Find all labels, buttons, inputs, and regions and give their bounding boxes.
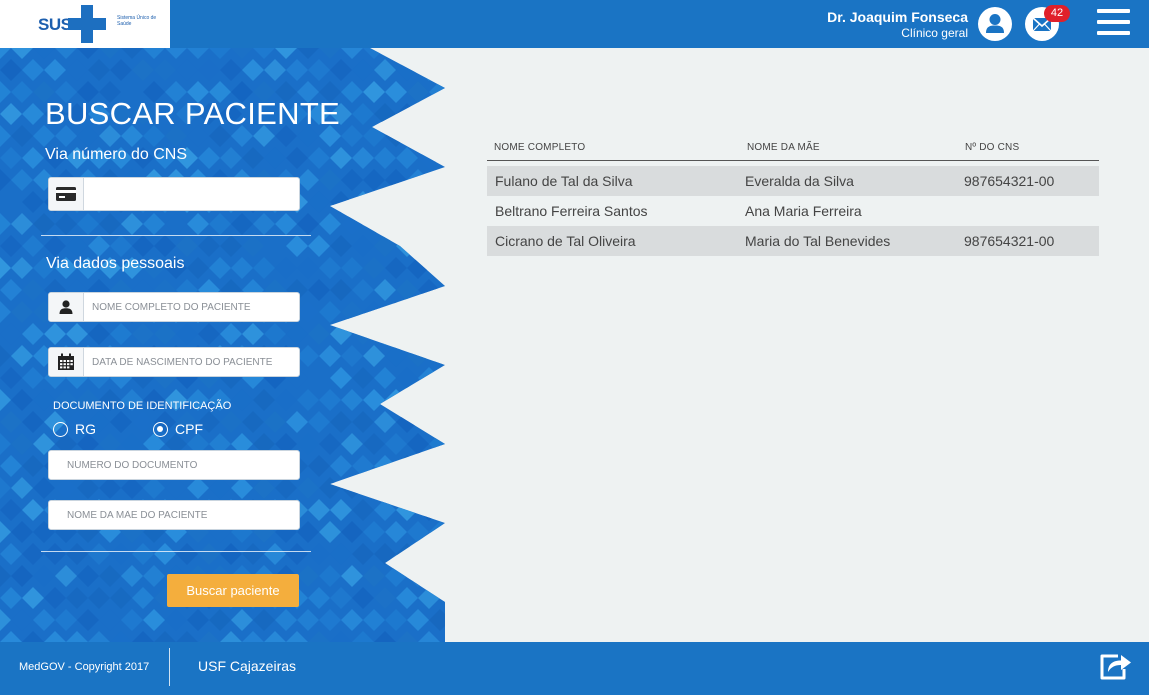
card-icon bbox=[49, 178, 84, 210]
menu-icon bbox=[1097, 9, 1130, 13]
table-row[interactable]: Cicrano de Tal Oliveira Maria do Tal Ben… bbox=[487, 226, 1099, 256]
footer: MedGOV - Copyright 2017 USF Cajazeiras bbox=[0, 642, 1149, 695]
cell-cns: 987654321-00 bbox=[964, 173, 1055, 189]
column-header-name[interactable]: NOME COMPLETO bbox=[494, 142, 585, 153]
footer-divider bbox=[169, 648, 170, 686]
patient-name-input[interactable] bbox=[84, 293, 299, 321]
page-title: BUSCAR PACIENTE bbox=[45, 96, 341, 131]
document-number-field[interactable] bbox=[48, 450, 300, 480]
calendar-icon bbox=[49, 348, 84, 376]
mother-name-input[interactable] bbox=[49, 501, 299, 529]
top-bar: SUS Sistema Único de Saúde Dr. Joaquim F… bbox=[0, 0, 1149, 50]
user-name: Dr. Joaquim Fonseca bbox=[827, 9, 968, 25]
profile-button[interactable] bbox=[978, 7, 1012, 41]
cell-name: Beltrano Ferreira Santos bbox=[495, 203, 648, 219]
messages-count-badge: 42 bbox=[1044, 5, 1070, 22]
tile-pattern-background bbox=[0, 48, 445, 642]
cell-cns: 987654321-00 bbox=[964, 233, 1055, 249]
table-header: NOME COMPLETO NOME DA MÃE Nº DO CNS bbox=[487, 140, 1099, 161]
user-role: Clínico geral bbox=[901, 26, 968, 40]
birthdate-input[interactable] bbox=[84, 348, 299, 376]
document-type-label: DOCUMENTO DE IDENTIFICAÇÃO bbox=[53, 400, 232, 412]
menu-button[interactable] bbox=[1097, 9, 1130, 37]
radio-cpf[interactable]: CPF bbox=[153, 421, 203, 437]
cell-mother: Maria do Tal Benevides bbox=[745, 233, 891, 249]
radio-cpf-label: CPF bbox=[175, 421, 203, 437]
cns-section-label: Via número do CNS bbox=[45, 146, 187, 163]
divider bbox=[41, 235, 311, 236]
cross-icon bbox=[68, 5, 106, 43]
cell-mother: Ana Maria Ferreira bbox=[745, 203, 862, 219]
radio-rg[interactable]: RG bbox=[53, 421, 96, 437]
share-exit-icon bbox=[1100, 654, 1131, 680]
radio-rg-label: RG bbox=[75, 421, 96, 437]
personal-section-label: Via dados pessoais bbox=[46, 255, 185, 272]
mother-name-field[interactable] bbox=[48, 500, 300, 530]
logout-button[interactable] bbox=[1098, 650, 1132, 682]
document-number-input[interactable] bbox=[49, 451, 299, 479]
search-patient-button[interactable]: Buscar paciente bbox=[167, 574, 299, 607]
patient-name-field[interactable] bbox=[48, 292, 300, 322]
sus-logo[interactable]: SUS Sistema Único de Saúde bbox=[0, 0, 170, 50]
cell-mother: Everalda da Silva bbox=[745, 173, 854, 189]
search-panel: BUSCAR PACIENTE bbox=[0, 48, 455, 642]
divider bbox=[41, 551, 311, 552]
logo-text: SUS bbox=[38, 15, 72, 34]
column-header-cns[interactable]: Nº DO CNS bbox=[965, 142, 1019, 153]
column-header-mother[interactable]: NOME DA MÃE bbox=[747, 142, 820, 153]
user-icon bbox=[986, 14, 1004, 33]
results-table: NOME COMPLETO NOME DA MÃE Nº DO CNS Fula… bbox=[487, 140, 1099, 256]
cell-name: Fulano de Tal da Silva bbox=[495, 173, 633, 189]
radio-rg-circle[interactable] bbox=[53, 421, 68, 437]
person-icon bbox=[49, 293, 84, 321]
cns-field[interactable] bbox=[48, 177, 300, 211]
cell-name: Cicrano de Tal Oliveira bbox=[495, 233, 636, 249]
logo-subtitle: Sistema Único de Saúde bbox=[117, 15, 157, 27]
radio-cpf-circle[interactable] bbox=[153, 421, 168, 437]
table-row[interactable]: Fulano de Tal da Silva Everalda da Silva… bbox=[487, 166, 1099, 196]
cns-input[interactable] bbox=[84, 178, 299, 210]
birthdate-field[interactable] bbox=[48, 347, 300, 377]
health-unit-name: USF Cajazeiras bbox=[198, 658, 297, 674]
table-row[interactable]: Beltrano Ferreira Santos Ana Maria Ferre… bbox=[487, 196, 1099, 226]
copyright-text: MedGOV - Copyright 2017 bbox=[19, 661, 150, 673]
